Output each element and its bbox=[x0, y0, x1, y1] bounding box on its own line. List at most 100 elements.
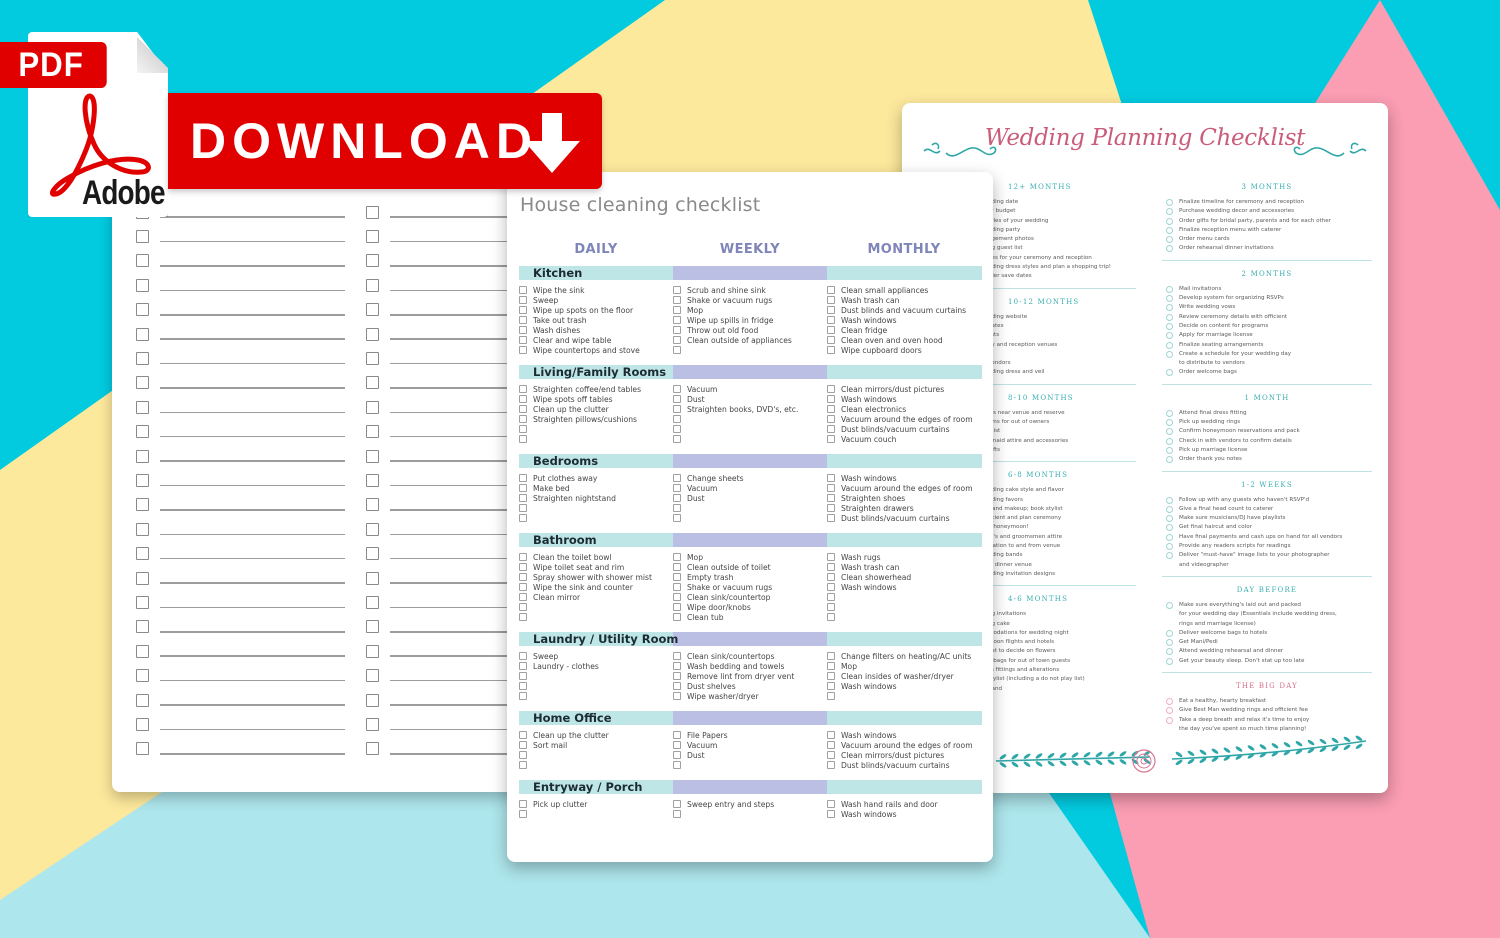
task-radio-circle[interactable] bbox=[1166, 313, 1173, 321]
checkbox[interactable] bbox=[136, 425, 149, 439]
task-checkbox[interactable] bbox=[519, 385, 527, 393]
task-checkbox[interactable] bbox=[519, 415, 527, 423]
checkbox[interactable] bbox=[136, 669, 149, 683]
task-radio-circle[interactable] bbox=[1166, 428, 1173, 436]
write-in-line[interactable] bbox=[160, 216, 345, 218]
task-checkbox[interactable] bbox=[827, 286, 835, 294]
write-in-line[interactable] bbox=[160, 411, 345, 414]
task-checkbox[interactable] bbox=[827, 494, 835, 502]
task-checkbox[interactable] bbox=[673, 395, 681, 403]
task-checkbox[interactable] bbox=[827, 296, 835, 304]
write-in-line[interactable] bbox=[160, 557, 345, 560]
task-checkbox[interactable] bbox=[827, 336, 835, 344]
task-checkbox[interactable] bbox=[673, 731, 681, 739]
write-in-line[interactable] bbox=[160, 728, 345, 731]
checkbox[interactable] bbox=[136, 303, 149, 317]
write-in-line[interactable] bbox=[160, 655, 345, 657]
task-checkbox[interactable] bbox=[519, 573, 527, 581]
task-checkbox[interactable] bbox=[673, 326, 681, 334]
write-in-line[interactable] bbox=[160, 435, 345, 438]
task-checkbox[interactable] bbox=[827, 583, 835, 591]
task-radio-circle[interactable] bbox=[1166, 285, 1173, 293]
task-radio-circle[interactable] bbox=[1166, 456, 1173, 464]
task-checkbox[interactable] bbox=[827, 593, 835, 601]
task-checkbox[interactable] bbox=[673, 504, 681, 512]
task-checkbox[interactable] bbox=[519, 593, 527, 601]
task-checkbox[interactable] bbox=[519, 346, 527, 354]
task-checkbox[interactable] bbox=[673, 593, 681, 601]
task-radio-circle[interactable] bbox=[1166, 629, 1173, 637]
checkbox[interactable] bbox=[366, 644, 379, 658]
checkbox[interactable] bbox=[366, 230, 379, 244]
task-checkbox[interactable] bbox=[673, 346, 681, 354]
checkbox[interactable] bbox=[136, 449, 149, 463]
task-checkbox[interactable] bbox=[519, 286, 527, 294]
task-radio-circle[interactable] bbox=[1166, 716, 1173, 724]
task-checkbox[interactable] bbox=[519, 761, 527, 769]
task-checkbox[interactable] bbox=[519, 613, 527, 621]
task-radio-circle[interactable] bbox=[1166, 199, 1173, 206]
checkbox[interactable] bbox=[136, 693, 149, 707]
write-in-line[interactable] bbox=[160, 484, 345, 487]
checkbox[interactable] bbox=[366, 522, 379, 536]
write-in-line[interactable] bbox=[160, 314, 345, 316]
task-checkbox[interactable] bbox=[827, 652, 835, 660]
task-checkbox[interactable] bbox=[827, 306, 835, 314]
task-checkbox[interactable] bbox=[673, 474, 681, 482]
task-checkbox[interactable] bbox=[827, 435, 835, 443]
checkbox[interactable] bbox=[136, 254, 149, 268]
checkbox[interactable] bbox=[366, 327, 379, 341]
task-checkbox[interactable] bbox=[519, 435, 527, 443]
task-checkbox[interactable] bbox=[519, 583, 527, 591]
task-checkbox[interactable] bbox=[519, 504, 527, 512]
task-checkbox[interactable] bbox=[673, 751, 681, 759]
task-checkbox[interactable] bbox=[673, 385, 681, 393]
task-checkbox[interactable] bbox=[827, 316, 835, 324]
task-checkbox[interactable] bbox=[827, 800, 835, 808]
task-checkbox[interactable] bbox=[519, 405, 527, 413]
task-radio-circle[interactable] bbox=[1166, 217, 1173, 225]
write-in-line[interactable] bbox=[160, 289, 345, 292]
task-checkbox[interactable] bbox=[673, 761, 681, 769]
task-checkbox[interactable] bbox=[827, 672, 835, 680]
checkbox[interactable] bbox=[366, 254, 379, 268]
task-checkbox[interactable] bbox=[519, 395, 527, 403]
task-checkbox[interactable] bbox=[827, 731, 835, 739]
checkbox[interactable] bbox=[366, 620, 379, 634]
task-checkbox[interactable] bbox=[827, 741, 835, 749]
task-checkbox[interactable] bbox=[519, 731, 527, 739]
task-radio-circle[interactable] bbox=[1166, 697, 1173, 705]
task-checkbox[interactable] bbox=[673, 296, 681, 304]
checkbox[interactable] bbox=[366, 205, 379, 219]
task-checkbox[interactable] bbox=[673, 405, 681, 413]
task-checkbox[interactable] bbox=[519, 672, 527, 680]
task-checkbox[interactable] bbox=[827, 563, 835, 571]
task-radio-circle[interactable] bbox=[1166, 322, 1173, 330]
task-radio-circle[interactable] bbox=[1166, 533, 1173, 541]
task-checkbox[interactable] bbox=[827, 573, 835, 581]
task-radio-circle[interactable] bbox=[1166, 236, 1173, 244]
task-checkbox[interactable] bbox=[827, 395, 835, 403]
checkbox[interactable] bbox=[136, 230, 149, 244]
task-checkbox[interactable] bbox=[827, 415, 835, 423]
checkbox[interactable] bbox=[366, 425, 379, 439]
task-checkbox[interactable] bbox=[827, 751, 835, 759]
task-radio-circle[interactable] bbox=[1166, 295, 1173, 303]
task-checkbox[interactable] bbox=[519, 326, 527, 334]
task-checkbox[interactable] bbox=[519, 692, 527, 700]
task-checkbox[interactable] bbox=[519, 296, 527, 304]
task-checkbox[interactable] bbox=[673, 692, 681, 700]
task-checkbox[interactable] bbox=[519, 494, 527, 502]
task-checkbox[interactable] bbox=[827, 810, 835, 818]
task-checkbox[interactable] bbox=[827, 761, 835, 769]
task-checkbox[interactable] bbox=[827, 425, 835, 433]
checkbox[interactable] bbox=[366, 498, 379, 512]
task-checkbox[interactable] bbox=[673, 514, 681, 522]
checkbox[interactable] bbox=[366, 400, 379, 414]
write-in-line[interactable] bbox=[160, 362, 345, 365]
checkbox[interactable] bbox=[366, 595, 379, 609]
task-checkbox[interactable] bbox=[673, 425, 681, 433]
task-radio-circle[interactable] bbox=[1166, 515, 1173, 523]
task-checkbox[interactable] bbox=[519, 553, 527, 561]
task-radio-circle[interactable] bbox=[1166, 552, 1173, 560]
